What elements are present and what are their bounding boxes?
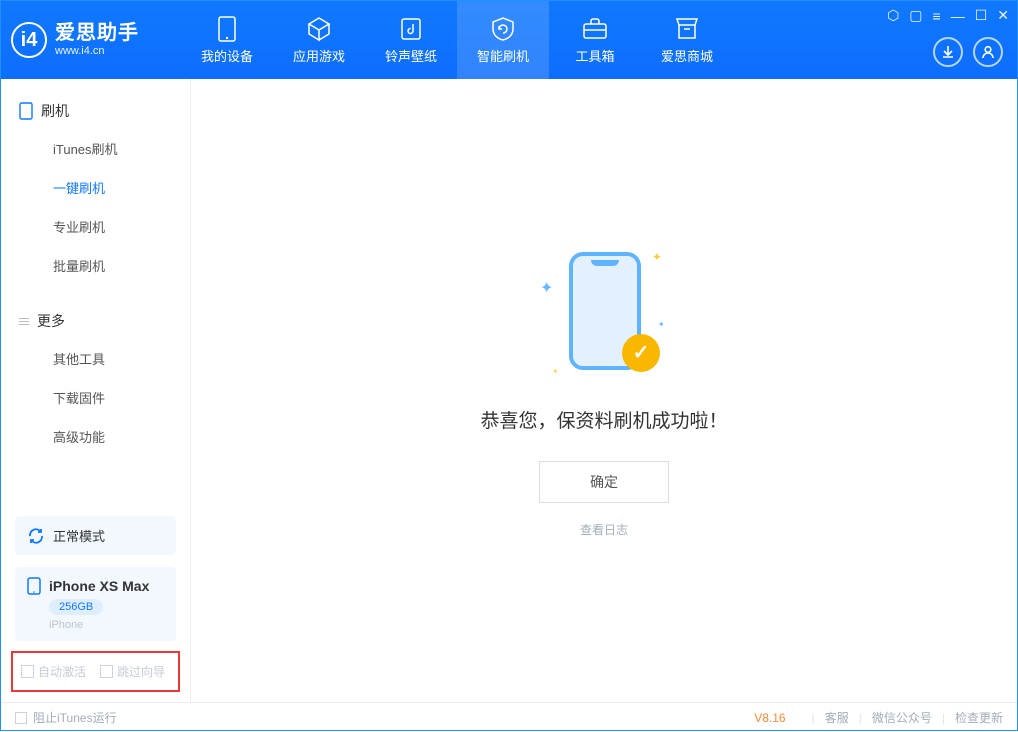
nav-label: 我的设备 [201,46,253,65]
sidebar-section-more: 更多 其他工具 下载固件 高级功能 [1,289,190,460]
sidebar-item-batch-flash[interactable]: 批量刷机 [1,246,190,285]
sparkle-icon: ✦ [540,278,553,298]
phone-outline-icon [19,102,33,120]
footer-link-wechat[interactable]: 微信公众号 [872,709,932,726]
nav-label: 爱思商城 [661,46,713,65]
block-itunes-checkbox[interactable]: 阻止iTunes运行 [15,709,117,726]
cube-icon [306,16,332,42]
checkbox-label: 阻止iTunes运行 [33,709,117,726]
logo-text: 爱思助手 www.i4.cn [55,22,139,58]
download-button[interactable] [933,37,963,67]
mode-label: 正常模式 [53,526,105,545]
checkbox-icon [21,665,34,678]
device-icon [27,577,41,595]
view-log-link[interactable]: 查看日志 [580,521,628,538]
menu-icon[interactable]: ≡ [933,8,941,24]
refresh-shield-icon [490,16,516,42]
success-message: 恭喜您，保资料刷机成功啦！ [480,406,727,433]
toolbox-icon [582,16,608,42]
minimize-icon[interactable]: — [951,8,965,24]
separator: | [812,711,815,725]
nav-label: 应用游戏 [293,46,345,65]
maximize-icon[interactable]: ☐ [975,7,988,24]
version-label: V8.16 [754,711,785,725]
footer-link-update[interactable]: 检查更新 [955,709,1003,726]
footer: 阻止iTunes运行 V8.16 | 客服 | 微信公众号 | 检查更新 [1,702,1017,732]
nav-toolbox[interactable]: 工具箱 [549,1,641,79]
nav-apps-games[interactable]: 应用游戏 [273,1,365,79]
sidebar-heading-flash[interactable]: 刷机 [1,93,190,129]
checkbox-label: 自动激活 [38,663,86,680]
app-url: www.i4.cn [55,45,139,58]
device-mode-card[interactable]: 正常模式 [15,516,176,555]
sidebar-item-download-fw[interactable]: 下载固件 [1,378,190,417]
sparkle-icon: ✦ [658,320,665,329]
body: 刷机 iTunes刷机 一键刷机 专业刷机 批量刷机 更多 其他工具 下载固件 … [1,79,1017,702]
nav-label: 智能刷机 [477,46,529,65]
device-name: iPhone XS Max [49,578,149,594]
sidebar-heading-more[interactable]: 更多 [1,303,190,339]
nav-ring-wallpaper[interactable]: 铃声壁纸 [365,1,457,79]
separator: | [942,711,945,725]
phone-icon [214,16,240,42]
header: i4 爱思助手 www.i4.cn 我的设备 应用游戏 铃声壁纸 智能刷机 工具… [1,1,1017,79]
separator: | [859,711,862,725]
sidebar-item-other-tools[interactable]: 其他工具 [1,339,190,378]
nav-my-device[interactable]: 我的设备 [181,1,273,79]
sidebar: 刷机 iTunes刷机 一键刷机 专业刷机 批量刷机 更多 其他工具 下载固件 … [1,79,191,702]
heading-label: 更多 [37,311,65,331]
nav-label: 工具箱 [575,46,614,65]
app-logo[interactable]: i4 爱思助手 www.i4.cn [11,22,181,58]
nav-shop[interactable]: 爱思商城 [641,1,733,79]
header-right-buttons [933,37,1003,67]
sparkle-icon: ✦ [552,367,559,376]
footer-link-support[interactable]: 客服 [825,709,849,726]
flash-options-highlight: 自动激活 跳过向导 [11,651,180,692]
checkbox-label: 跳过向导 [117,663,165,680]
close-icon[interactable]: ✕ [997,7,1009,24]
main-content: ✦ ✦ ✦ ✦ ✓ 恭喜您，保资料刷机成功啦！ 确定 查看日志 [191,79,1017,702]
check-circle-icon: ✓ [622,334,660,372]
device-type: iPhone [49,619,83,631]
sparkle-icon: ✦ [652,250,662,264]
sidebar-item-advanced[interactable]: 高级功能 [1,417,190,456]
shop-icon [674,16,700,42]
skip-guide-checkbox[interactable]: 跳过向导 [100,663,165,680]
checkbox-icon [100,665,113,678]
music-icon [398,16,424,42]
list-icon [19,318,29,325]
nav-label: 铃声壁纸 [385,46,437,65]
sidebar-section-flash: 刷机 iTunes刷机 一键刷机 专业刷机 批量刷机 [1,79,190,289]
main-nav: 我的设备 应用游戏 铃声壁纸 智能刷机 工具箱 爱思商城 [181,1,733,79]
app-name: 爱思助手 [55,22,139,45]
logo-icon: i4 [11,22,47,58]
nav-smart-flash[interactable]: 智能刷机 [457,1,549,79]
phone-small-icon[interactable]: ▢ [909,7,922,24]
sidebar-item-itunes-flash[interactable]: iTunes刷机 [1,129,190,168]
auto-activate-checkbox[interactable]: 自动激活 [21,663,86,680]
skin-icon[interactable]: ⬡ [887,7,899,24]
checkbox-icon [15,712,27,724]
confirm-button[interactable]: 确定 [539,461,669,503]
device-info-card[interactable]: iPhone XS Max 256GB iPhone [15,567,176,641]
success-illustration: ✦ ✦ ✦ ✦ ✓ [534,244,674,384]
sync-icon [27,527,45,545]
device-capacity: 256GB [49,599,103,615]
heading-label: 刷机 [41,101,69,121]
sidebar-item-oneclick-flash[interactable]: 一键刷机 [1,168,190,207]
sidebar-item-pro-flash[interactable]: 专业刷机 [1,207,190,246]
user-button[interactable] [973,37,1003,67]
window-controls: ⬡ ▢ ≡ — ☐ ✕ [887,7,1009,24]
